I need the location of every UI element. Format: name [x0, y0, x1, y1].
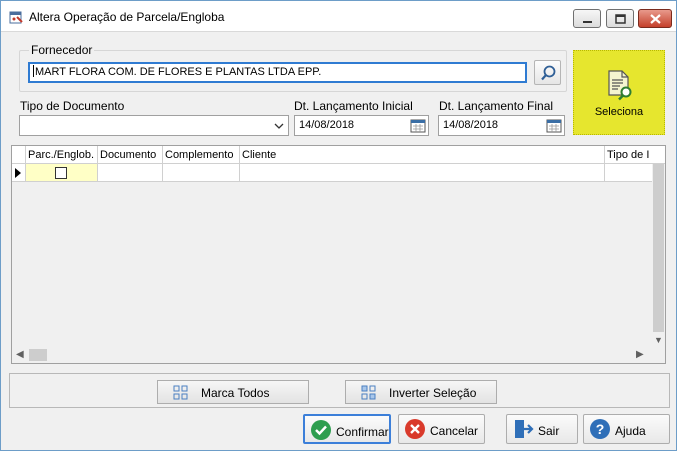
selection-toolbar: Marca Todos Inverter Seleção [9, 373, 670, 408]
marca-todos-label: Marca Todos [201, 386, 270, 400]
dt-lancamento-inicial-input[interactable]: 14/08/2018 [294, 115, 429, 136]
row-pointer-icon [15, 168, 21, 178]
seleciona-button[interactable]: Seleciona [573, 50, 665, 135]
cliente-cell[interactable] [240, 164, 605, 181]
maximize-button[interactable] [606, 9, 634, 28]
vertical-scroll-thumb[interactable] [653, 164, 664, 332]
seleciona-label: Seleciona [594, 106, 644, 118]
grid-indicator-header [12, 146, 26, 164]
invert-selection-icon [361, 385, 376, 400]
scroll-right-icon[interactable]: ▶ [636, 349, 644, 360]
help-icon: ? [590, 419, 610, 439]
check-icon [311, 420, 331, 440]
sair-label: Sair [538, 424, 560, 438]
parc-englob-checkbox[interactable] [55, 167, 67, 179]
column-header-tipo[interactable]: Tipo de I [605, 146, 665, 164]
complemento-cell[interactable] [163, 164, 240, 181]
calendar-icon[interactable] [410, 118, 426, 133]
column-header-parc-englob[interactable]: Parc./Englob. [26, 146, 98, 164]
grid-header: Parc./Englob. Documento Complemento Clie… [12, 146, 665, 164]
grid-select-icon [173, 385, 188, 400]
confirmar-label: Confirmar [336, 425, 389, 439]
inverter-selecao-label: Inverter Seleção [389, 386, 477, 400]
minimize-icon [583, 21, 592, 23]
parcelas-grid[interactable]: Parc./Englob. Documento Complemento Clie… [11, 145, 666, 364]
inverter-selecao-button[interactable]: Inverter Seleção [345, 380, 497, 404]
fornecedor-label: Fornecedor [29, 43, 95, 57]
exit-icon [515, 420, 534, 438]
svg-text:?: ? [596, 421, 605, 437]
cancelar-label: Cancelar [430, 424, 479, 438]
ajuda-label: Ajuda [615, 424, 646, 438]
ajuda-button[interactable]: ? Ajuda [583, 414, 670, 444]
dt-lancamento-final-label: Dt. Lançamento Final [439, 99, 554, 113]
documento-cell[interactable] [98, 164, 163, 181]
minimize-button[interactable] [573, 9, 601, 28]
sair-button[interactable]: Sair [506, 414, 578, 444]
table-row[interactable] [12, 164, 652, 182]
horizontal-scrollbar[interactable]: ◀ ▶ [12, 347, 652, 363]
confirmar-button[interactable]: Confirmar [303, 414, 391, 444]
search-fornecedor-button[interactable] [534, 60, 561, 85]
title-bar: Altera Operação de Parcela/Engloba [1, 1, 676, 32]
dialog-window: Altera Operação de Parcela/Engloba Forne… [0, 0, 677, 451]
close-button[interactable] [638, 9, 672, 28]
window-title: Altera Operação de Parcela/Engloba [29, 10, 225, 24]
calendar-icon[interactable] [546, 118, 562, 133]
search-icon [541, 65, 556, 81]
vertical-scrollbar[interactable]: ▼ [652, 164, 665, 347]
chevron-down-icon [274, 123, 284, 129]
tipo-documento-label: Tipo de Documento [20, 99, 125, 113]
dt-lancamento-final-input[interactable]: 14/08/2018 [438, 115, 565, 136]
column-header-complemento[interactable]: Complemento [163, 146, 240, 164]
column-header-documento[interactable]: Documento [98, 146, 163, 164]
scroll-down-icon[interactable]: ▼ [654, 335, 663, 345]
cancelar-button[interactable]: Cancelar [398, 414, 485, 444]
marca-todos-button[interactable]: Marca Todos [157, 380, 309, 404]
scroll-left-icon[interactable]: ◀ [16, 349, 24, 360]
cancel-icon [405, 419, 425, 439]
dt-lancamento-final-value: 14/08/2018 [443, 119, 499, 131]
dt-lancamento-inicial-value: 14/08/2018 [299, 119, 355, 131]
dt-lancamento-inicial-label: Dt. Lançamento Inicial [294, 99, 413, 113]
parc-englob-cell[interactable] [26, 164, 98, 181]
app-window-icon [9, 11, 23, 24]
tipo-cell[interactable] [605, 164, 652, 181]
horizontal-scroll-thumb[interactable] [29, 349, 47, 361]
row-indicator-cell [12, 164, 26, 181]
fornecedor-value: MART FLORA COM. DE FLORES E PLANTAS LTDA… [35, 66, 322, 78]
maximize-icon [615, 14, 626, 24]
close-icon [650, 14, 661, 24]
fornecedor-input[interactable]: MART FLORA COM. DE FLORES E PLANTAS LTDA… [28, 62, 527, 83]
column-header-cliente[interactable]: Cliente [240, 146, 605, 164]
document-search-icon [608, 70, 632, 101]
tipo-documento-select[interactable] [19, 115, 289, 136]
